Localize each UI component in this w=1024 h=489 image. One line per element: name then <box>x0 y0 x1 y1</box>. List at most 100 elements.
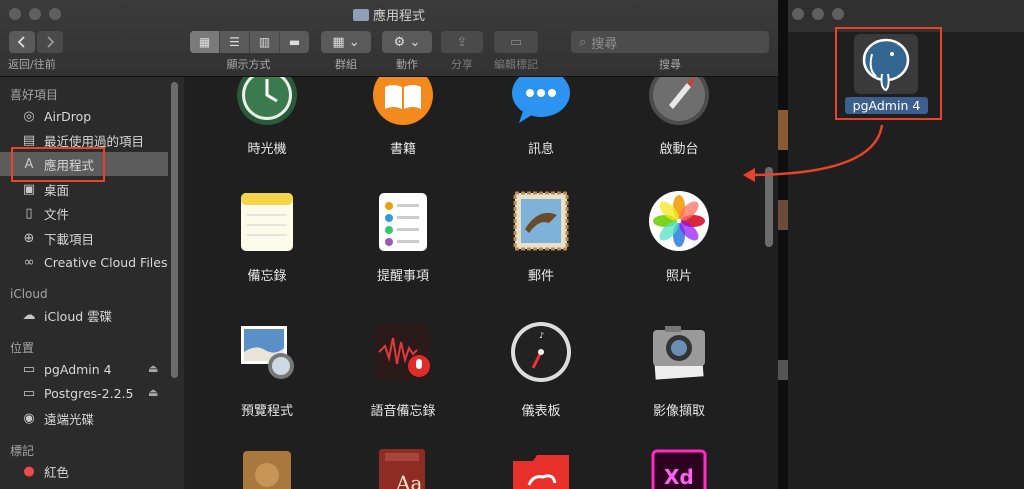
app-label: 儀表板 <box>521 404 561 419</box>
app-label: 訊息 <box>527 142 554 157</box>
sidebar-item-label: 文件 <box>44 206 70 222</box>
chevron-right-icon <box>47 36 55 48</box>
notes-icon <box>241 193 293 251</box>
sidebar-scrollbar[interactable] <box>171 82 178 378</box>
chevron-left-icon <box>17 36 25 48</box>
launchpad-icon <box>649 77 709 125</box>
share-button[interactable]: ⇪ <box>441 31 483 53</box>
app-label: 啟動台 <box>659 142 699 157</box>
list-view-icon[interactable]: ☰ <box>220 31 250 53</box>
image-capture-icon <box>653 326 705 380</box>
folder-icon <box>243 451 291 489</box>
edit-tags-button[interactable]: ▭ <box>494 31 538 53</box>
nav-label: 返回/往前 <box>8 58 56 71</box>
app-label: 郵件 <box>527 269 554 284</box>
tag-icon: ▭ <box>509 34 523 50</box>
group-label: 群組 <box>335 58 357 71</box>
reminders-icon <box>379 193 427 251</box>
time-machine-icon <box>237 77 297 125</box>
search-icon: ⌕ <box>579 34 587 50</box>
action-label: 動作 <box>396 58 418 71</box>
disk-icon: ▭ <box>22 361 36 377</box>
column-view-icon[interactable]: ▥ <box>250 31 280 53</box>
pgadmin-disk-window: pgAdmin 4 <box>788 0 1024 489</box>
sidebar-item-label: 遠端光碟 <box>44 411 95 427</box>
app-label: 語音備忘錄 <box>370 404 436 419</box>
download-icon: ⊕ <box>23 230 35 246</box>
red-tag-dot-icon: ● <box>23 463 35 479</box>
app-label: 書籍 <box>389 142 416 157</box>
photos-icon <box>649 191 709 251</box>
books-icon <box>373 77 433 125</box>
group-button[interactable]: ▦ ⌄ <box>321 31 371 53</box>
dictionary-text: Aa <box>396 471 423 489</box>
view-label: 顯示方式 <box>226 58 271 71</box>
creative-cloud-icon: ∞ <box>23 254 35 270</box>
share-label: 分享 <box>451 58 473 71</box>
clock-icon: ▤ <box>22 132 36 148</box>
eject-icon[interactable]: ⏏ <box>148 362 158 375</box>
document-icon: ▯ <box>25 205 33 221</box>
search-placeholder: 搜尋 <box>591 36 618 52</box>
app-label: 時光機 <box>247 142 287 157</box>
dashboard-icon: ♪ <box>511 322 571 382</box>
window-title-text: 應用程式 <box>372 9 425 24</box>
creative-cloud-folder-icon <box>513 455 569 489</box>
voice-memos-icon <box>375 324 431 380</box>
back-button[interactable] <box>9 31 35 53</box>
sidebar-item-documents[interactable]: ▯ 文件 <box>0 201 168 225</box>
cloud-icon: ☁ <box>22 307 36 323</box>
sidebar-item-remote-disc[interactable]: ◉ 遠端光碟 <box>0 406 168 430</box>
folder-icon <box>352 9 369 21</box>
icon-view-icon[interactable]: ▦ <box>190 31 220 53</box>
sidebar-item-tag-red[interactable]: ● 紅色 <box>0 459 168 483</box>
sidebar-item-downloads[interactable]: ⊕ 下載項目 <box>0 226 168 250</box>
search-input[interactable]: ⌕ 搜尋 <box>571 31 769 53</box>
view-mode-control[interactable]: ▦ ☰ ▥ ▬ <box>190 31 309 53</box>
sidebar-item-label: iCloud 雲碟 <box>44 308 113 324</box>
applications-grid: 時光機 書籍 訊息 啟動台 備忘錄 提醒事項 郵件 照片 預覽程式 語音備忘錄 … <box>185 77 778 489</box>
app-label: 影像擷取 <box>652 404 705 419</box>
eject-icon[interactable]: ⏏ <box>148 386 158 399</box>
minimize-button[interactable] <box>812 8 824 20</box>
highlight-pgadmin-box <box>835 27 942 120</box>
locations-header: 位置 <box>10 341 35 355</box>
messages-icon <box>512 77 570 123</box>
close-button[interactable] <box>792 8 804 20</box>
sidebar-item-label: 下載項目 <box>44 231 95 247</box>
adobe-xd-text: Xd <box>664 465 694 489</box>
mail-icon <box>513 191 569 251</box>
app-label: 預覽程式 <box>240 404 293 419</box>
tags-header: 標記 <box>10 444 35 458</box>
highlight-applications-box <box>11 147 105 182</box>
background-window-edge <box>778 0 788 489</box>
desktop-icon: ▣ <box>22 181 36 197</box>
gear-icon: ⚙ ⌄ <box>393 34 421 50</box>
svg-text:♪: ♪ <box>539 331 544 340</box>
airdrop-icon: ◎ <box>23 108 35 124</box>
toolbar: 應用程式 返回/往前 ▦ ☰ ▥ ▬ 顯示方式 ▦ ⌄ 群組 ⚙ ⌄ 動作 ⇪ … <box>0 0 778 77</box>
finder-window: 應用程式 返回/往前 ▦ ☰ ▥ ▬ 顯示方式 ▦ ⌄ 群組 ⚙ ⌄ 動作 ⇪ … <box>0 0 779 489</box>
disc-icon: ◉ <box>23 410 35 426</box>
zoom-button[interactable] <box>832 8 844 20</box>
sidebar-item-icloud-drive[interactable]: ☁ iCloud 雲碟 <box>0 303 168 327</box>
icloud-header: iCloud <box>10 287 48 301</box>
favorites-header: 喜好項目 <box>10 88 59 102</box>
disk-icon: ▭ <box>22 385 36 401</box>
sidebar-item-label: AirDrop <box>44 108 92 124</box>
forward-button[interactable] <box>37 31 63 53</box>
window-title: 應用程式 <box>0 5 778 24</box>
action-button[interactable]: ⚙ ⌄ <box>382 31 432 53</box>
app-label: 照片 <box>665 269 692 284</box>
sidebar-item-pgadmin[interactable]: ▭ pgAdmin 4 <box>0 357 168 381</box>
sidebar-item-creative-cloud[interactable]: ∞ Creative Cloud Files <box>0 250 168 274</box>
sidebar-item-label: Postgres-2.2.5 <box>44 385 134 401</box>
sidebar-item-postgres[interactable]: ▭ Postgres-2.2.5 <box>0 381 168 405</box>
sidebar-item-label: 桌面 <box>44 182 70 198</box>
app-label: 提醒事項 <box>376 269 429 284</box>
app-label: 備忘錄 <box>247 269 287 284</box>
sidebar-item-airdrop[interactable]: ◎ AirDrop <box>0 104 168 128</box>
sidebar-item-label: Creative Cloud Files <box>44 254 168 270</box>
drag-arrow-icon <box>743 124 884 182</box>
gallery-view-icon[interactable]: ▬ <box>280 31 309 53</box>
